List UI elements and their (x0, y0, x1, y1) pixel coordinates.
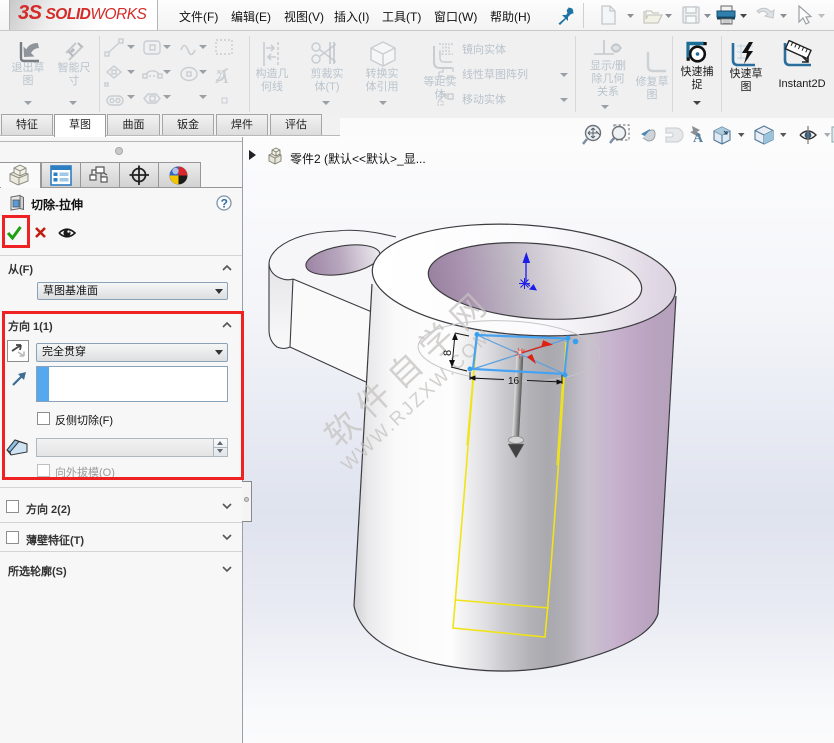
svg-text:A: A (214, 66, 229, 88)
svg-text:8: 8 (442, 350, 454, 356)
svg-text:16: 16 (508, 376, 520, 387)
svg-text:?: ? (221, 197, 228, 211)
